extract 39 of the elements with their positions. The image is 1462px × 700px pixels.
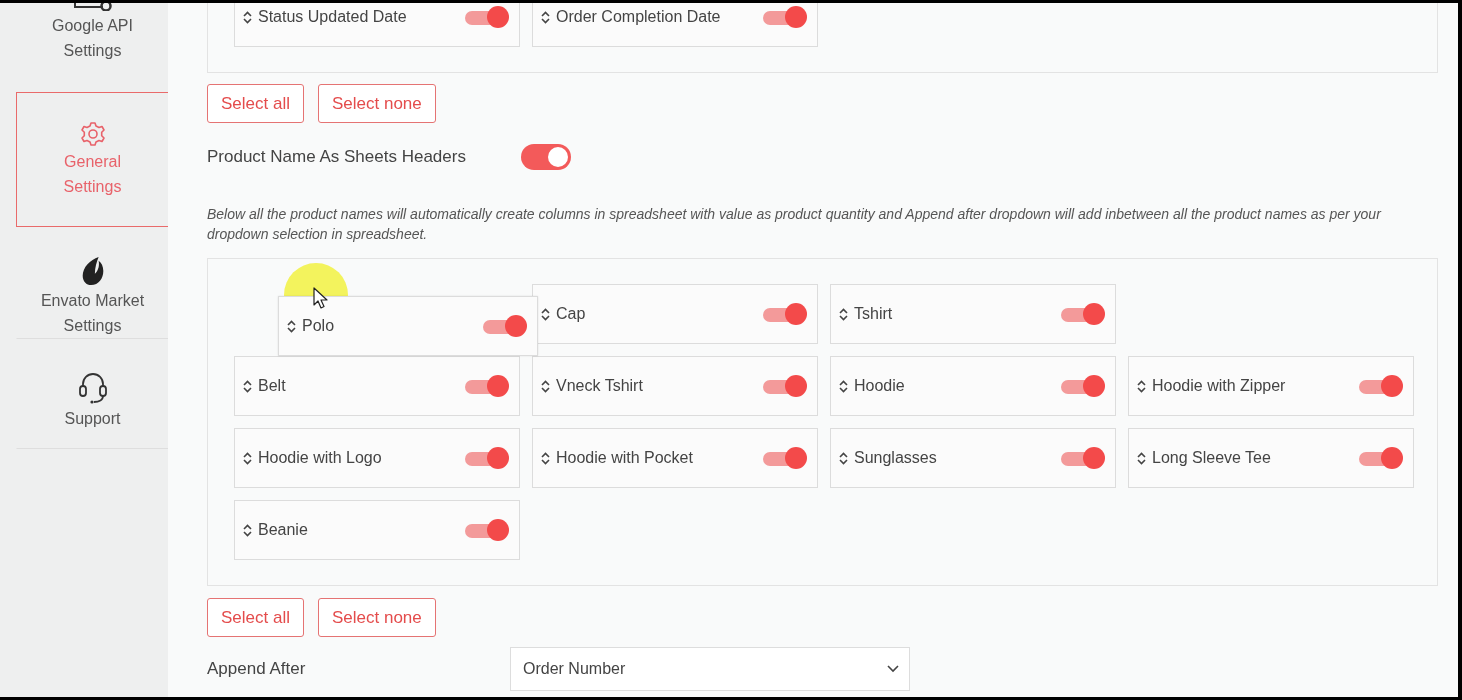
sortable-item[interactable]: Hoodie with Logo — [234, 428, 520, 488]
sidebar-item[interactable]: Google API Settings — [16, 3, 168, 92]
description-text: Below all the product names will automatically create columns in spreadsheet with value as product quantity and Append after dropdown will add inbetween all the product names as per your dropdown selection in spreadsheet. — [207, 205, 1383, 244]
item-label: Long Sleeve Tee — [1152, 449, 1272, 467]
item-label: Polo — [302, 317, 336, 335]
select-none-button[interactable]: Select none — [318, 84, 436, 123]
select-all-button[interactable]: Select all — [207, 84, 304, 123]
sortable-item[interactable]: Vneck Tshirt — [532, 356, 818, 416]
select-all-button[interactable]: Select all — [207, 598, 304, 637]
append-after-dropdown[interactable]: Order Number — [510, 647, 910, 691]
sortable-item[interactable]: Polo — [278, 296, 538, 356]
sortable-item[interactable]: Cap — [532, 284, 818, 344]
sortable-item[interactable]: Sunglasses — [830, 428, 1116, 488]
sortable-item[interactable]: Order Completion Date — [532, 3, 818, 47]
sortable-item[interactable]: Hoodie — [830, 356, 1116, 416]
item-label: Beanie — [258, 521, 309, 539]
item-label: Status Updated Date — [258, 8, 408, 26]
sidebar-item[interactable]: Envato Market Settings — [16, 227, 168, 339]
item-label: Tshirt — [854, 305, 894, 323]
sortable-item[interactable]: Tshirt — [830, 284, 1116, 344]
item-label: Hoodie with Zipper — [1152, 377, 1287, 395]
sortable-item[interactable]: Status Updated Date — [234, 3, 520, 47]
sortable-item[interactable]: Long Sleeve Tee — [1128, 428, 1414, 488]
item-label: Order Completion Date — [556, 8, 722, 26]
sortable-item[interactable]: Beanie — [234, 500, 520, 560]
item-label: Sunglasses — [854, 449, 938, 467]
select-none-button[interactable]: Select none — [318, 598, 436, 637]
sortable-item[interactable]: Hoodie with Zipper — [1128, 356, 1414, 416]
item-label: Hoodie — [854, 377, 906, 395]
sortable-item[interactable]: Hoodie with Pocket — [532, 428, 818, 488]
sidebar-item[interactable]: Support — [16, 339, 168, 449]
item-label: Hoodie with Logo — [258, 449, 383, 467]
item-label: Vneck Tshirt — [556, 377, 644, 395]
item-label: Cap — [556, 305, 587, 323]
item-label: Hoodie with Pocket — [556, 449, 694, 467]
item-label: Belt — [258, 377, 287, 395]
field-label: Append After — [207, 659, 307, 679]
sortable-item[interactable]: Belt — [234, 356, 520, 416]
setting-label: Product Name As Sheets Headers — [207, 147, 467, 167]
